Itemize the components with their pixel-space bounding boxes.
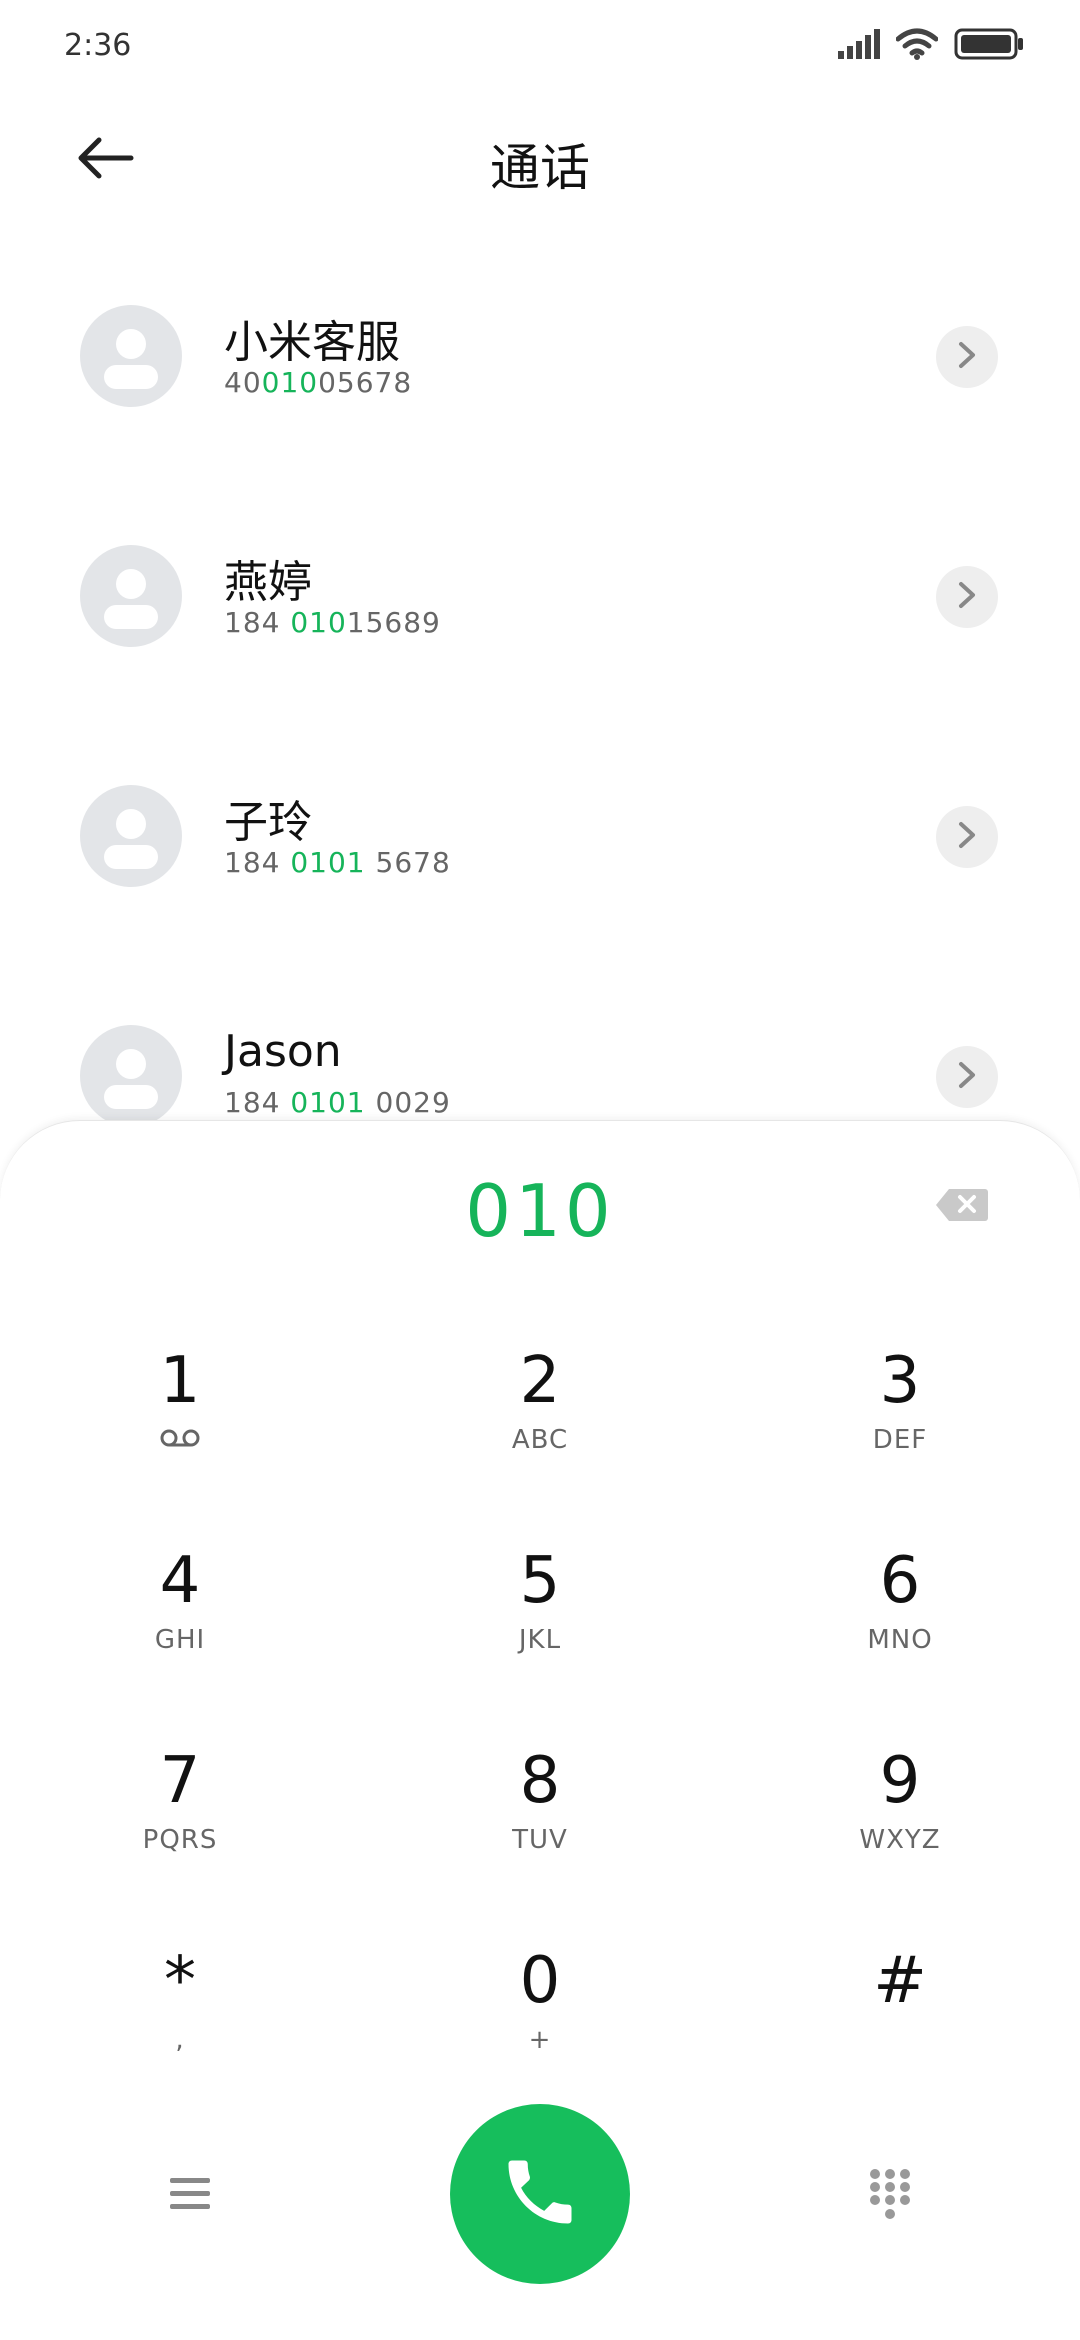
bottom-action-bar <box>0 2100 1080 2284</box>
contact-name: 燕婷 <box>224 557 312 608</box>
key-8[interactable]: 8 TUV <box>390 1741 690 1911</box>
contact-number: 184 01015689 <box>224 606 441 639</box>
call-button[interactable] <box>450 2104 630 2284</box>
status-bar: 2:36 <box>0 0 1080 100</box>
status-icons <box>838 28 1024 60</box>
key-0[interactable]: 0 + <box>390 1941 690 2111</box>
battery-icon <box>954 28 1024 60</box>
key-7[interactable]: 7 PQRS <box>30 1741 330 1911</box>
status-time: 2:36 <box>64 28 132 63</box>
key-2[interactable]: 2 ABC <box>390 1341 690 1511</box>
dialpad-toggle-button[interactable] <box>850 2156 930 2236</box>
signal-icon <box>838 29 880 59</box>
avatar <box>80 305 182 407</box>
contact-detail-button[interactable] <box>936 326 998 388</box>
chevron-right-icon <box>955 820 979 854</box>
chevron-right-icon <box>955 1060 979 1094</box>
key-4[interactable]: 4 GHI <box>30 1541 330 1711</box>
key-hash[interactable]: # <box>750 1941 1050 2111</box>
backspace-button[interactable] <box>930 1183 994 1231</box>
voicemail-icon <box>159 1425 201 1455</box>
contact-detail-button[interactable] <box>936 566 998 628</box>
avatar <box>80 545 182 647</box>
key-1[interactable]: 1 <box>30 1341 330 1511</box>
key-star[interactable]: * , <box>30 1941 330 2111</box>
key-6[interactable]: 6 MNO <box>750 1541 1050 1711</box>
avatar <box>80 1025 182 1127</box>
contact-row[interactable]: 子玲 184 0101 5678 <box>0 720 1080 920</box>
contact-number: 184 0101 0029 <box>224 1086 451 1119</box>
phone-icon <box>498 2150 582 2238</box>
menu-icon <box>168 2174 212 2218</box>
contact-number: 4001005678 <box>224 366 413 399</box>
header: 通话 <box>0 110 1080 210</box>
avatar <box>80 785 182 887</box>
contact-name: 子玲 <box>224 797 312 848</box>
key-3[interactable]: 3 DEF <box>750 1341 1050 1511</box>
chevron-right-icon <box>955 580 979 614</box>
key-5[interactable]: 5 JKL <box>390 1541 690 1711</box>
contact-detail-button[interactable] <box>936 1046 998 1108</box>
dialpad-icon <box>868 2167 912 2225</box>
chevron-right-icon <box>955 340 979 374</box>
contact-detail-button[interactable] <box>936 806 998 868</box>
dialed-number: 010 <box>465 1169 615 1253</box>
contact-name: 小米客服 <box>224 317 400 368</box>
backspace-icon <box>935 1187 989 1227</box>
contact-row[interactable]: 小米客服 4001005678 <box>0 240 1080 440</box>
contact-row[interactable]: 燕婷 184 01015689 <box>0 480 1080 680</box>
key-9[interactable]: 9 WXYZ <box>750 1741 1050 1911</box>
contact-name: Jason <box>224 1026 342 1077</box>
menu-button[interactable] <box>150 2156 230 2236</box>
wifi-icon <box>896 28 938 60</box>
page-title: 通话 <box>490 139 590 197</box>
contact-number: 184 0101 5678 <box>224 846 451 879</box>
